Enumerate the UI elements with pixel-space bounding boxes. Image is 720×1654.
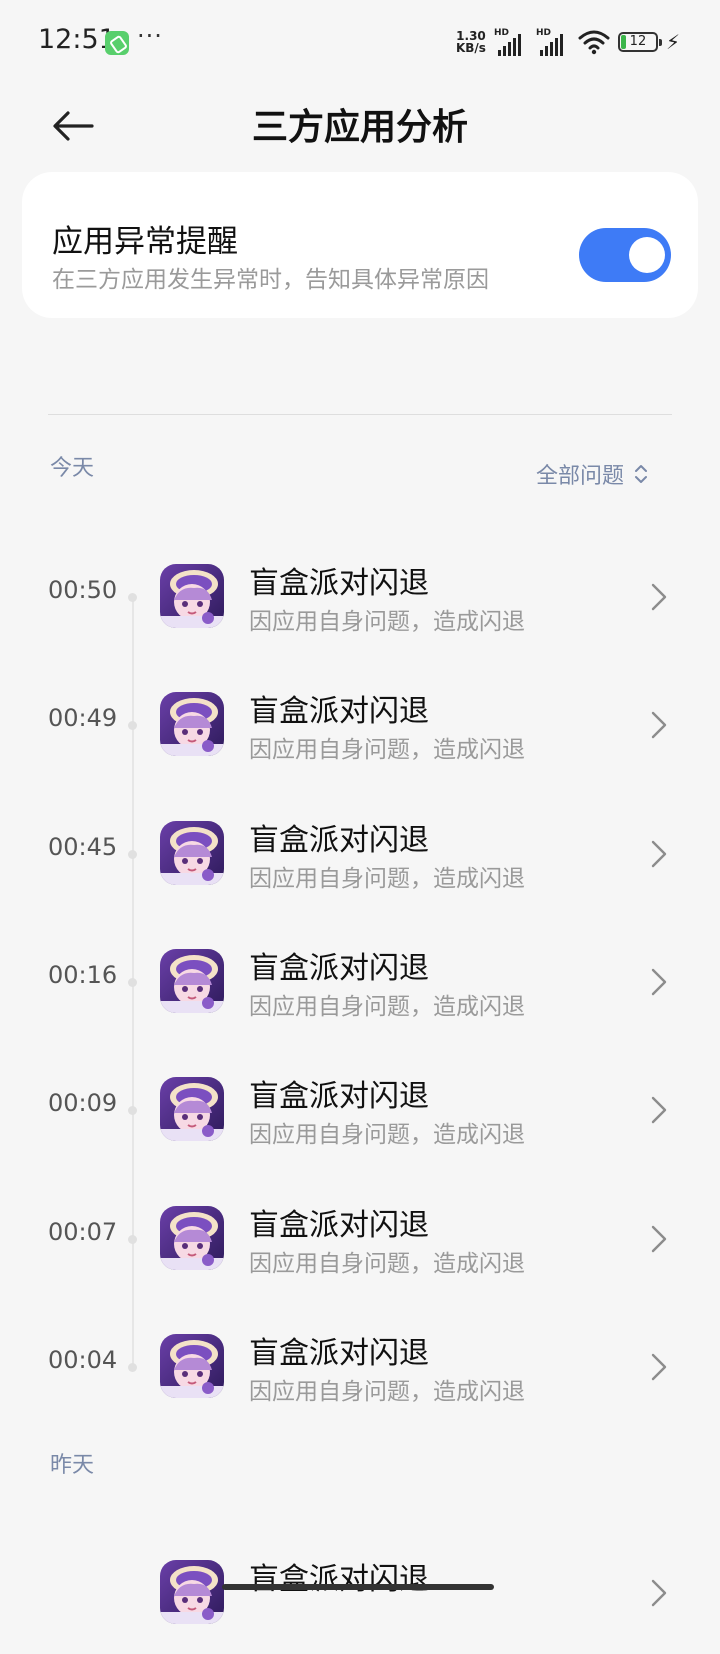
charging-icon: ⚡ <box>665 30 680 54</box>
network-speed: 1.30 KB/s <box>456 30 486 54</box>
timeline-dot <box>128 1234 137 1244</box>
chevron-right-icon <box>650 967 668 997</box>
timeline-dot <box>128 977 137 987</box>
alert-toggle-switch[interactable] <box>579 228 671 282</box>
divider <box>48 414 672 415</box>
timeline-dot <box>128 849 137 859</box>
crash-time: 00:49 <box>48 704 118 733</box>
crash-time: 00:50 <box>48 576 118 604</box>
crash-title: 盲盒派对闪退 <box>249 1562 429 1597</box>
crash-time: 00:45 <box>48 832 118 861</box>
blind-box-party-app-icon <box>160 1560 224 1624</box>
blind-box-party-app-icon <box>160 1205 224 1270</box>
wifi-icon <box>578 30 610 55</box>
crash-reason: 因应用自身问题，造成闪退 <box>249 1122 525 1149</box>
crash-title: 盲盒派对闪退 <box>249 1079 429 1115</box>
crash-list-item[interactable]: 00:16 盲盒派对闪退因应用自身问题，造成闪退 <box>0 925 720 1043</box>
network-speed-unit: KB/s <box>455 41 486 55</box>
timeline-dot <box>128 1362 137 1372</box>
sort-updown-icon <box>635 465 647 483</box>
chevron-right-icon <box>650 710 668 740</box>
signal-icon: HD <box>494 28 528 56</box>
chevron-right-icon <box>650 1224 668 1254</box>
crash-time: 00:16 <box>48 960 118 989</box>
crash-list-item[interactable]: 盲盒派对闪退 <box>0 1536 720 1654</box>
crash-list-item[interactable]: 00:04 盲盒派对闪退因应用自身问题，造成闪退 <box>0 1310 720 1428</box>
battery-icon: 12 <box>617 32 662 52</box>
crash-title: 盲盒派对闪退 <box>249 822 429 858</box>
blind-box-party-app-icon <box>160 692 224 757</box>
crash-reason: 因应用自身问题，造成闪退 <box>249 609 525 635</box>
crash-reason: 因应用自身问题，造成闪退 <box>249 993 525 1020</box>
phone-app-notification-icon <box>105 31 129 55</box>
header: 三方应用分析 <box>0 86 720 166</box>
chevron-right-icon <box>650 1578 668 1608</box>
chevron-right-icon <box>650 1352 668 1382</box>
home-indicator[interactable] <box>222 1584 494 1590</box>
chevron-right-icon <box>650 1095 668 1125</box>
blind-box-party-app-icon <box>160 820 224 885</box>
timeline-dot <box>128 721 137 731</box>
crash-title: 盲盒派对闪退 <box>249 566 429 601</box>
filter-label: 全部问题 <box>535 464 624 489</box>
issue-filter-dropdown[interactable]: 全部问题 <box>536 458 648 490</box>
blind-box-party-app-icon <box>160 1077 224 1142</box>
status-bar: 12:51 ··· 1.30 KB/s HD HD 12 ⚡ <box>0 0 720 86</box>
crash-reason: 因应用自身问题，造成闪退 <box>249 865 525 892</box>
alert-setting-title: 应用异常提醒 <box>52 224 238 260</box>
crash-reason: 因应用自身问题，造成闪退 <box>249 737 525 764</box>
crash-list-item[interactable]: 00:50 盲盒派对闪退因应用自身问题，造成闪退 <box>0 540 720 658</box>
crash-reason: 因应用自身问题，造成闪退 <box>249 1378 525 1405</box>
chevron-right-icon <box>650 582 668 612</box>
more-notifications-icon: ··· <box>137 22 163 50</box>
crash-list-item[interactable]: 00:07 盲盒派对闪退因应用自身问题，造成闪退 <box>0 1182 720 1300</box>
alert-setting-description: 在三方应用发生异常时，告知具体异常原因 <box>52 267 489 293</box>
blind-box-party-app-icon <box>160 1333 224 1398</box>
crash-title: 盲盒派对闪退 <box>249 1335 429 1371</box>
signal-icon-sim2: HD <box>536 28 570 56</box>
crash-title: 盲盒派对闪退 <box>249 1207 429 1243</box>
toggle-knob <box>629 237 665 273</box>
battery-level: 12 <box>629 34 647 49</box>
crash-time: 00:04 <box>48 1345 118 1374</box>
crash-title: 盲盒派对闪退 <box>249 694 429 730</box>
crash-time: 00:09 <box>48 1089 118 1118</box>
section-yesterday-label: 昨天 <box>50 1453 95 1478</box>
section-today-label: 今天 <box>50 456 95 481</box>
timeline-dot <box>128 1106 137 1116</box>
blind-box-party-app-icon <box>160 948 224 1013</box>
crash-list-item[interactable]: 00:49 盲盒派对闪退因应用自身问题，造成闪退 <box>0 668 720 786</box>
page-title: 三方应用分析 <box>251 107 468 148</box>
crash-reason: 因应用自身问题，造成闪退 <box>249 1250 525 1277</box>
crash-time: 00:07 <box>48 1217 118 1246</box>
crash-list-item[interactable]: 00:45 盲盒派对闪退因应用自身问题，造成闪退 <box>0 797 720 915</box>
status-icons: 1.30 KB/s HD HD 12 ⚡ <box>456 26 680 58</box>
crash-list-item[interactable]: 00:09 盲盒派对闪退因应用自身问题，造成闪退 <box>0 1053 720 1171</box>
chevron-right-icon <box>650 839 668 869</box>
timeline-dot <box>128 593 137 602</box>
crash-title: 盲盒派对闪退 <box>249 950 429 986</box>
app-alert-card: 应用异常提醒 在三方应用发生异常时，告知具体异常原因 <box>22 172 698 318</box>
blind-box-party-app-icon <box>160 564 224 628</box>
